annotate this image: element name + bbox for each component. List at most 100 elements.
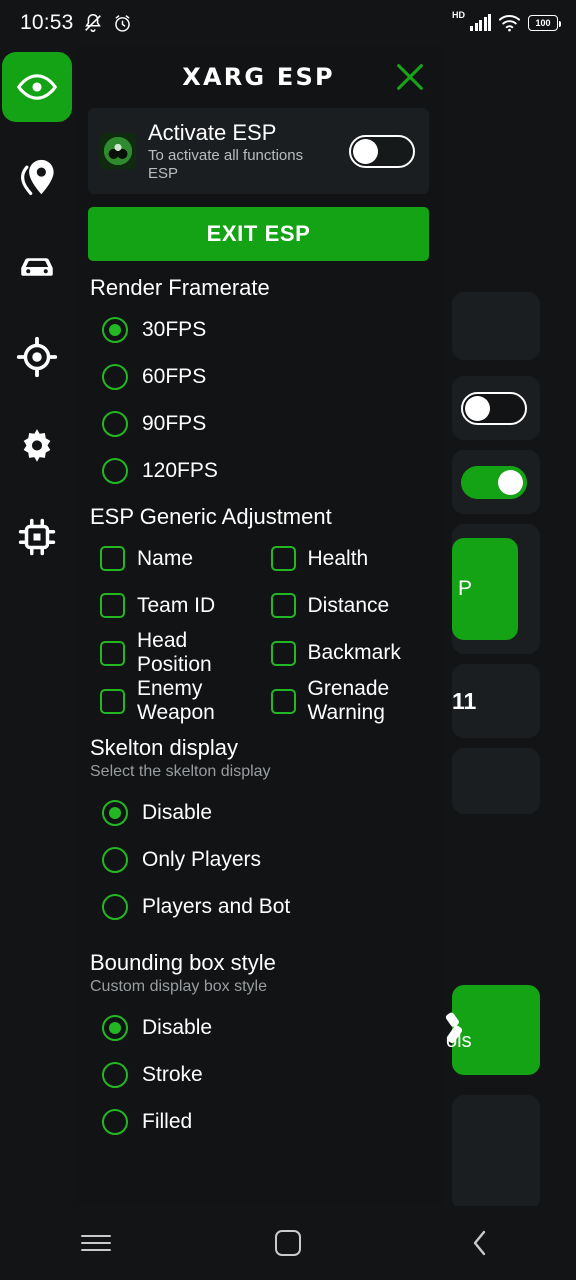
checkbox-indicator (100, 593, 125, 618)
radio-label: Only Players (142, 847, 262, 871)
sidebar-item-location[interactable] (2, 142, 72, 212)
checkbox-option-team-id[interactable]: Team ID (88, 582, 259, 629)
checkbox-option-grenade-warning[interactable]: Grenade Warning (259, 677, 430, 725)
battery-level-text: 100 (535, 18, 551, 28)
radio-option-box-disable[interactable]: Disable (88, 1004, 429, 1051)
background-toggle-off[interactable] (461, 392, 527, 425)
section-title: Render Framerate (90, 275, 270, 300)
radio-option-skelton-players-and-bot[interactable]: Players and Bot (88, 883, 429, 930)
hd-network-label: HD (452, 10, 465, 20)
recents-button[interactable] (61, 1218, 131, 1268)
car-icon (21, 258, 53, 276)
checkbox-option-backmark[interactable]: Backmark (259, 629, 430, 677)
section-skelton-display: Skelton display Select the skelton displ… (88, 735, 429, 930)
toggle-knob (353, 138, 378, 164)
back-button[interactable] (445, 1218, 515, 1268)
battery-icon: 100 (528, 15, 561, 31)
radio-option-60fps[interactable]: 60FPS (88, 353, 429, 400)
chip-icon (18, 518, 56, 556)
section-title: Bounding box style (90, 950, 276, 975)
checkbox-option-head-position[interactable]: Head Position (88, 629, 259, 677)
background-counter: 11 (452, 688, 477, 714)
sidebar-item-memory[interactable] (2, 502, 72, 572)
activate-esp-texts: Activate ESP To activate all functions E… (148, 120, 337, 183)
toggle-knob (498, 470, 523, 495)
background-toggle-on[interactable] (461, 466, 527, 499)
radio-indicator (102, 363, 128, 390)
radio-indicator (102, 316, 128, 343)
activate-esp-card[interactable]: Activate ESP To activate all functions E… (88, 108, 429, 194)
checkbox-label: Name (137, 546, 194, 570)
panel-header: XARG ESP (74, 46, 443, 108)
checkbox-indicator (100, 546, 125, 571)
radio-indicator (102, 1108, 128, 1135)
sidebar-item-vehicle[interactable] (2, 232, 72, 302)
radio-option-skelton-only-players[interactable]: Only Players (88, 836, 429, 883)
radio-option-skelton-disable[interactable]: Disable (88, 789, 429, 836)
section-subtitle: Select the skelton display (90, 763, 271, 780)
alarm-clock-icon (114, 14, 130, 32)
checkbox-indicator (270, 688, 296, 714)
activate-esp-subtitle: To activate all functions ESP (148, 146, 304, 182)
radio-label: Filled (142, 1109, 193, 1133)
radio-option-30fps[interactable]: 30FPS (88, 306, 429, 353)
background-card (452, 292, 540, 360)
checkbox-indicator (100, 688, 125, 714)
mute-bell-icon (84, 13, 101, 33)
home-icon (275, 1230, 301, 1256)
checkbox-label: Health (307, 546, 369, 570)
sidebar-item-aim[interactable] (2, 322, 72, 392)
background-tools-label: ols (446, 1030, 472, 1052)
back-icon (473, 1230, 486, 1256)
sidebar (0, 46, 74, 1280)
status-bar-left: 10:53 (20, 11, 133, 35)
close-icon[interactable] (393, 60, 427, 94)
radio-label: 90FPS (142, 411, 207, 435)
checkbox-option-enemy-weapon[interactable]: Enemy Weapon (88, 677, 259, 725)
sidebar-item-settings[interactable] (2, 412, 72, 482)
radio-indicator (102, 799, 128, 826)
radio-label: Disable (142, 800, 213, 824)
recents-icon (81, 1230, 111, 1256)
checkbox-option-health[interactable]: Health (259, 535, 430, 582)
clock-text: 10:53 (20, 11, 74, 34)
section-render-framerate: Render Framerate 30FPS 60FPS 90FPS 120FP… (88, 275, 429, 494)
checkbox-option-distance[interactable]: Distance (259, 582, 430, 629)
location-pin-icon (21, 159, 54, 196)
radio-option-box-filled[interactable]: Filled (88, 1098, 429, 1145)
radio-indicator (102, 1061, 128, 1088)
esp-panel: XARG ESP Activate ESP To activate all fu… (74, 46, 443, 1206)
background-tools-card[interactable]: ols (445, 985, 540, 1075)
checkbox-label: Backmark (307, 641, 401, 664)
radio-label: Players and Bot (142, 894, 291, 918)
radio-indicator (102, 893, 128, 920)
section-title: Skelton display (90, 735, 238, 760)
radio-label: 60FPS (142, 364, 207, 388)
radio-option-box-stroke[interactable]: Stroke (88, 1051, 429, 1098)
section-title: ESP Generic Adjustment (90, 504, 332, 529)
home-button[interactable] (253, 1218, 323, 1268)
app-root: P 11 ols 10:53 HD 100 XARG ESP Activate … (0, 0, 576, 1280)
checkbox-indicator (270, 593, 296, 618)
radio-indicator (102, 410, 128, 437)
activate-esp-toggle[interactable] (349, 134, 415, 168)
radio-indicator (102, 1014, 128, 1041)
radio-option-120fps[interactable]: 120FPS (88, 447, 429, 494)
app-logo-icon (100, 133, 136, 169)
checkbox-label: Head Position (137, 629, 212, 676)
panel-body: Activate ESP To activate all functions E… (74, 108, 443, 1145)
radio-label: 30FPS (142, 317, 207, 341)
checkbox-option-name[interactable]: Name (88, 535, 259, 582)
signal-bars-icon (470, 14, 491, 31)
page-title: XARG ESP (182, 63, 335, 91)
sidebar-item-esp[interactable] (2, 52, 72, 122)
radio-option-90fps[interactable]: 90FPS (88, 400, 429, 447)
background-green-button[interactable]: P (452, 538, 518, 640)
radio-label: Disable (142, 1015, 213, 1039)
checkbox-grid: Name Health Team ID Distance Head Positi… (88, 535, 429, 725)
exit-esp-button[interactable]: EXIT ESP (88, 207, 429, 261)
toggle-knob (465, 396, 490, 421)
